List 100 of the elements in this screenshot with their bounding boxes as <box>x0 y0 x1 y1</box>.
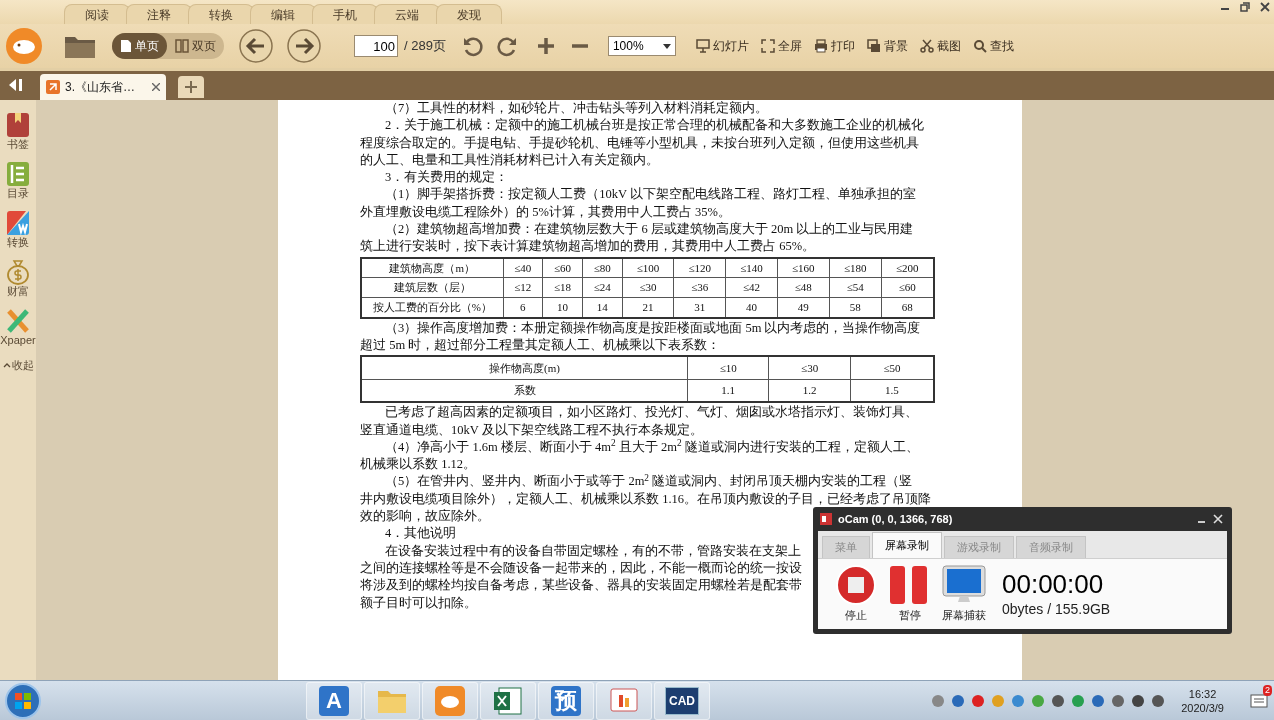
menu-tab[interactable]: 云端 <box>374 4 440 24</box>
tray-icon[interactable] <box>951 693 966 708</box>
text-line: 额子目时可以扣除。 <box>360 594 477 612</box>
taskbar-app-button[interactable]: CAD <box>654 681 710 720</box>
table-cell: 建筑物高度（m） <box>361 257 503 278</box>
collapse-panel-icon[interactable] <box>8 78 24 92</box>
fullscreen-icon <box>760 39 775 53</box>
recording-tab[interactable]: 屏幕录制 <box>872 532 942 558</box>
tab-title: 3.《山东省… <box>65 79 136 96</box>
text-line: 2．关于施工机械：定额中的施工机械台班是按正常合理的机械配备和大多数施工企业的机械化 <box>384 117 925 135</box>
tray-icon[interactable] <box>1051 693 1066 708</box>
rotate-right-icon[interactable] <box>495 35 518 57</box>
sidebar-item[interactable]: 财富 <box>6 259 30 298</box>
menu-tab[interactable]: 发现 <box>436 4 502 24</box>
tray-icon[interactable] <box>1091 693 1106 708</box>
zoom-in-icon[interactable] <box>535 36 556 56</box>
app-glyph: A <box>319 685 349 716</box>
record-control-button[interactable]: 暂停 <box>888 564 932 624</box>
app-glyph: CAD <box>665 686 699 715</box>
text-line: （2）建筑物超高增加费：在建筑物层数大于 6 层或建筑物高度大于 20m 以上的工业与民用建 <box>384 221 914 239</box>
text-line: 将涉及到的螺栓均按自备考虑，某些设备、器具的安装固定用螺栓若是配套带 <box>360 577 802 595</box>
table-cell: ≤140 <box>725 257 778 278</box>
toolbar-button[interactable]: 背景 <box>866 37 908 55</box>
table-cell: ≤18 <box>542 277 583 298</box>
text-line: （7）工具性的材料，如砂轮片、冲击钻头等列入材料消耗定额内。 <box>384 100 769 117</box>
app-logo-icon <box>4 26 44 66</box>
taskbar-app-button[interactable]: A <box>306 681 362 720</box>
notification-count: 2 <box>1263 684 1272 696</box>
taskbar-app-button[interactable] <box>422 681 478 720</box>
chevron-up-icon <box>2 362 11 369</box>
plus-icon <box>185 81 197 93</box>
table-cell: ≤12 <box>503 277 543 298</box>
toolbar-button[interactable]: 全屏 <box>760 37 802 55</box>
collapse-button[interactable]: 收起 <box>2 357 34 374</box>
taskbar-app-button[interactable] <box>596 681 652 720</box>
sidebar-item[interactable]: 转换 <box>6 210 30 249</box>
clock-time: 16:32 <box>1188 686 1217 701</box>
menu-tab[interactable]: 手机 <box>312 4 378 24</box>
table-cell: ≤30 <box>768 356 851 380</box>
table-cell: ≤54 <box>829 277 882 298</box>
caret-icon <box>662 43 671 49</box>
background-icon <box>866 39 881 53</box>
record-control-button[interactable]: 停止 <box>834 564 878 624</box>
app-icon <box>820 513 832 525</box>
menu-tab[interactable]: 编辑 <box>250 4 316 24</box>
view-mode-button[interactable]: 单页 <box>112 33 167 59</box>
table-cell: ≤120 <box>673 257 726 278</box>
close-icon[interactable] <box>1260 2 1270 12</box>
toolbar-button[interactable]: 查找 <box>972 37 1014 55</box>
page-number-field[interactable]: 100 <box>354 35 398 57</box>
table-cell: ≤40 <box>503 257 543 278</box>
new-tab-button[interactable] <box>178 76 204 98</box>
table-cell: ≤48 <box>777 277 830 298</box>
table-cell: ≤80 <box>582 257 623 278</box>
action-center-icon[interactable] <box>1250 692 1268 709</box>
tray-icon[interactable] <box>1151 693 1166 708</box>
menu-tab[interactable]: 阅读 <box>64 4 130 24</box>
record-control-button[interactable]: 屏幕捕获 <box>942 564 986 624</box>
tray-icon[interactable] <box>1111 693 1126 708</box>
text-line: 筑上进行安装时，按下表计算建筑物超高增加的费用，其费用中人工费占 65%。 <box>360 238 816 256</box>
text-line: 竖直通道电缆、10kV 及以下架空线路工程不执行本条规定。 <box>360 421 703 439</box>
list-icon <box>6 161 30 187</box>
search-icon <box>972 39 987 53</box>
table-cell: ≤24 <box>582 277 623 298</box>
toolbar-button[interactable]: 打印 <box>813 37 855 55</box>
text-line: 程度综合取定的。手提电钻、手提砂轮机、电锤等小型机具，未按台班列入定额，但使用这些机具 <box>360 134 919 152</box>
text-line: 已考虑了超高因素的定额项目，如小区路灯、投光灯、气灯、烟囱或水塔指示灯、装饰灯具、 <box>384 404 918 422</box>
sidebar-item[interactable]: 书签 <box>6 112 30 151</box>
table-cell: ≤60 <box>542 257 583 278</box>
tray-icon[interactable] <box>1131 693 1146 708</box>
clock-date: 2020/3/9 <box>1181 700 1224 715</box>
sidebar-item[interactable]: Xpaper <box>0 308 36 347</box>
tray-icon[interactable] <box>971 693 986 708</box>
text-line: （1）脚手架搭拆费：按定额人工费（10kV 以下架空配电线路工程、路灯工程、单独承担的室 <box>384 186 916 204</box>
pdf-reader-icon <box>435 685 465 716</box>
close-icon[interactable] <box>152 83 160 91</box>
monitor-icon <box>942 564 986 605</box>
sidebar-item[interactable]: 目录 <box>6 161 30 200</box>
taskbar-app-button[interactable] <box>480 681 536 720</box>
spreadsheet-icon <box>493 685 523 716</box>
menu-tab[interactable]: 注释 <box>126 4 192 24</box>
text-line: （4）净高小于 1.6m 楼层、断面小于 4m$^{2}$ 且大于 2m$^{2}$ 隧道或洞内进行安装的工程，定额人工、 <box>384 438 919 456</box>
text-line: 在设备安装过程中有的设备自带固定螺栓，有的不带，管路安装在支架上 <box>384 542 801 560</box>
toolbar-button[interactable]: 截图 <box>919 37 961 55</box>
text-line: 效的影响，故应除外。 <box>360 508 490 526</box>
document-tab[interactable]: 3.《山东省… <box>40 74 166 100</box>
money-bag-icon <box>6 259 30 285</box>
restore-icon[interactable] <box>1240 2 1250 12</box>
two-pages-icon <box>175 39 189 53</box>
toolbar-button[interactable]: 幻灯片 <box>695 37 749 55</box>
zoom-dropdown[interactable]: 100% <box>607 36 676 56</box>
taskbar-app-button[interactable]: 预 <box>538 681 594 720</box>
table-cell: ≤180 <box>829 257 882 278</box>
file-size: 0bytes / 155.9GB <box>1002 599 1111 619</box>
view-mode-button[interactable]: 双页 <box>167 33 224 59</box>
menu-tab[interactable]: 转换 <box>188 4 254 24</box>
text-line: 超过 5m 时，超过部分工程量其定额人工、机械乘以下表系数： <box>360 336 721 354</box>
zoom-value: 100% <box>612 38 644 55</box>
start-button[interactable] <box>4 681 42 720</box>
rotate-left-icon[interactable] <box>461 35 484 57</box>
